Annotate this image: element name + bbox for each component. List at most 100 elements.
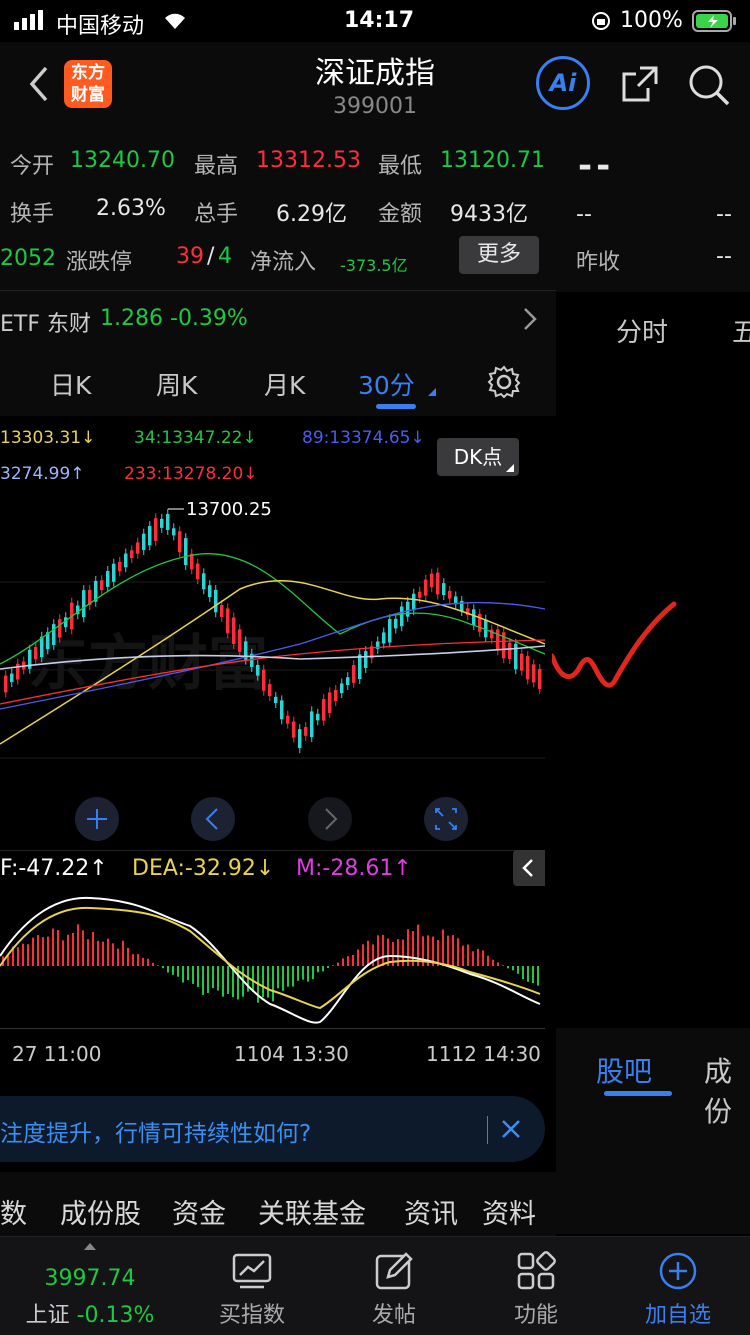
macd-bar <box>442 929 444 966</box>
ai-button[interactable]: Ai <box>536 56 590 110</box>
macd-bar <box>167 966 169 973</box>
macd-bar <box>192 966 194 984</box>
macd-bar <box>92 931 94 966</box>
macd-bar <box>137 954 139 966</box>
macd-bar <box>132 954 134 966</box>
amount-label: 金额 <box>378 202 423 227</box>
add-favorite-button[interactable]: 加自选 <box>608 1237 748 1335</box>
bottom-tabbar: 3997.74 上证 -0.13% 买指数 发帖 功能 加自选 <box>0 1236 750 1335</box>
tab-partial-index[interactable]: 数 <box>0 1192 27 1231</box>
macd-bar <box>292 966 294 987</box>
macd-bar <box>152 962 154 966</box>
macd-bar <box>217 966 219 991</box>
etf-label[interactable]: ETF 东财 <box>0 306 91 338</box>
time-axis-label-1: 27 11:00 <box>12 1042 102 1066</box>
tab-constituents[interactable]: 成份股 <box>60 1192 141 1231</box>
tab-monthly-k[interactable]: 月K <box>264 366 305 402</box>
tab-profile[interactable]: 资料 <box>482 1192 536 1231</box>
macd-bar <box>537 966 539 986</box>
kline-chart-area[interactable]: 13303.31↓ 34:13347.22↓ 89:13374.65↓ 3274… <box>0 416 545 1082</box>
macd-bar <box>377 935 379 966</box>
tab-guba[interactable]: 股吧 <box>596 1050 652 1090</box>
tab-funds-flow[interactable]: 资金 <box>172 1192 226 1231</box>
wifi-icon <box>162 10 188 36</box>
macd-bar <box>67 934 69 966</box>
fullscreen-button[interactable] <box>424 797 468 841</box>
limit-sep: / <box>207 244 215 269</box>
tab-fenshi[interactable]: 分时 <box>616 312 668 349</box>
more-button[interactable]: 更多 <box>459 236 539 274</box>
add-favorite-label: 加自选 <box>644 1303 711 1328</box>
signal-icon <box>14 10 48 36</box>
macd-bar <box>7 955 9 966</box>
macd-bar <box>317 966 319 973</box>
low-value: 13120.71 <box>440 148 545 173</box>
zoom-in-button[interactable] <box>75 797 119 841</box>
close-icon[interactable] <box>500 1118 522 1144</box>
collapse-panel-button[interactable] <box>513 850 545 886</box>
macd-bar <box>492 959 494 966</box>
tab-partial[interactable]: 五 <box>732 312 750 349</box>
macd-bar <box>32 937 34 966</box>
macd-bar <box>472 951 474 966</box>
macd-dea: DEA:-32.92↓ <box>132 856 275 881</box>
macd-bar <box>522 966 524 980</box>
macd-bar <box>527 966 529 982</box>
carrier: 中国移动 <box>56 14 145 39</box>
settings-gear-icon[interactable] <box>486 364 522 404</box>
chevron-right-icon[interactable] <box>522 306 538 336</box>
battery-percent: 100% <box>620 8 683 33</box>
macd-bar <box>52 928 54 966</box>
ma-label-e: 233:13278.20↓ <box>124 464 258 484</box>
macd-bar <box>452 935 454 966</box>
macd-bar <box>47 936 49 966</box>
post-label: 发帖 <box>371 1303 416 1328</box>
banner-text[interactable]: 注度提升，行情可持续性如何? <box>0 1114 311 1148</box>
adjacent-page-panel: -- -- -- 昨收 -- 分时 五 股吧 成份 <box>549 128 750 1234</box>
macd-bar <box>512 966 514 971</box>
volume-label: 总手 <box>194 202 239 227</box>
macd-bar <box>147 958 149 966</box>
macd-bar <box>337 962 339 966</box>
tab-weekly-k[interactable]: 周K <box>156 366 197 402</box>
macd-bar <box>127 947 129 966</box>
ma-label-c: 89:13374.65↓ <box>302 428 425 448</box>
macd-bar <box>22 943 24 966</box>
macd-bar <box>227 966 229 994</box>
macd-bar <box>322 966 324 972</box>
rise-count: 2052 <box>0 246 56 271</box>
ma-label-b: 34:13347.22↓ <box>134 428 257 448</box>
active-tab-underline <box>376 404 416 409</box>
macd-bar <box>297 966 299 981</box>
tab-related-funds[interactable]: 关联基金 <box>258 1192 366 1231</box>
plus-circle-icon <box>658 1251 698 1291</box>
macd-bar <box>157 965 159 966</box>
tab-chengfen[interactable]: 成份 <box>704 1050 750 1130</box>
macd-bar <box>142 957 144 966</box>
caret-up-icon <box>84 1243 96 1250</box>
scroll-right-button[interactable] <box>308 797 352 841</box>
news-banner[interactable]: 注度提升，行情可持续性如何? <box>0 1096 545 1162</box>
tab-daily-k[interactable]: 日K <box>50 366 91 402</box>
macd-bar <box>112 943 114 966</box>
function-button[interactable]: 功能 <box>466 1237 606 1335</box>
share-icon[interactable] <box>618 62 662 110</box>
tab-30min[interactable]: 30分 <box>358 366 415 402</box>
apps-grid-icon <box>516 1251 556 1291</box>
macd-bar <box>187 966 189 981</box>
macd-bar <box>37 935 39 966</box>
macd-bar <box>202 966 204 995</box>
scroll-left-button[interactable] <box>191 797 235 841</box>
macd-bar <box>72 932 74 966</box>
search-icon[interactable] <box>686 62 732 112</box>
index-ticker[interactable]: 3997.74 上证 -0.13% <box>20 1237 160 1335</box>
tab-news[interactable]: 资讯 <box>404 1192 458 1231</box>
buy-index-button[interactable]: 买指数 <box>182 1237 322 1335</box>
macd-bar <box>122 940 124 966</box>
turnover-label: 换手 <box>10 202 55 227</box>
macd-bar <box>17 947 19 966</box>
buy-index-label: 买指数 <box>218 1303 285 1328</box>
macd-bar <box>477 948 479 966</box>
adjacent-price: -- <box>578 146 615 186</box>
post-button[interactable]: 发帖 <box>324 1237 464 1335</box>
